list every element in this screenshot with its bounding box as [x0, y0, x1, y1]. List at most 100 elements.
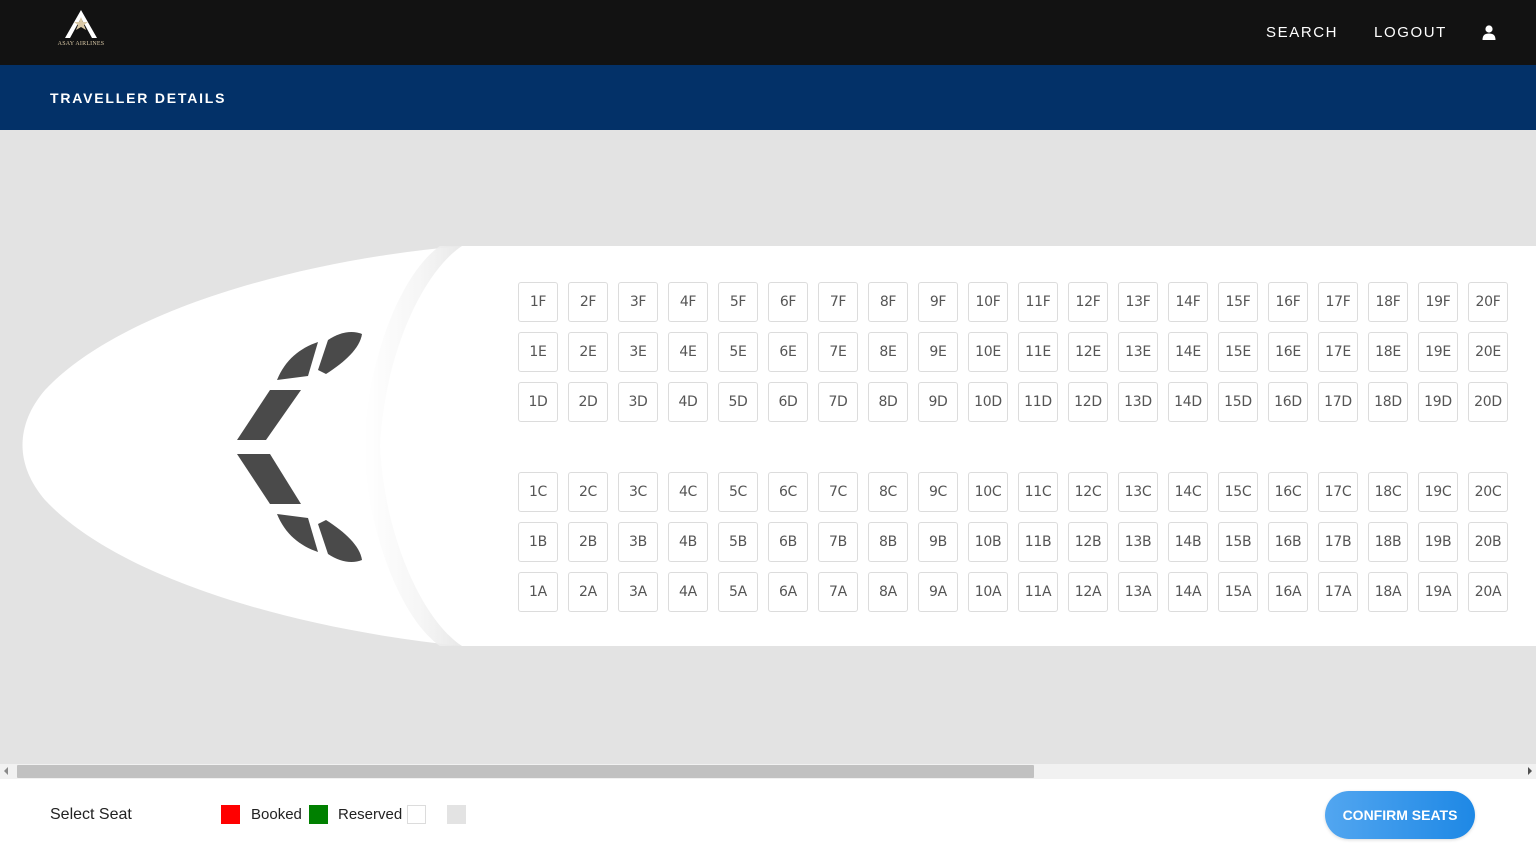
seat-16c[interactable]: 16C [1268, 472, 1308, 512]
seat-12f[interactable]: 12F [1068, 282, 1108, 322]
seat-17e[interactable]: 17E [1318, 332, 1358, 372]
seat-3f[interactable]: 3F [618, 282, 658, 322]
seat-1a[interactable]: 1A [518, 572, 558, 612]
seat-3a[interactable]: 3A [618, 572, 658, 612]
seat-2c[interactable]: 2C [568, 472, 608, 512]
seat-8f[interactable]: 8F [868, 282, 908, 322]
seat-8d[interactable]: 8D [868, 382, 908, 422]
seat-19d[interactable]: 19D [1418, 382, 1458, 422]
scrollbar-thumb[interactable] [17, 765, 1034, 778]
seat-8e[interactable]: 8E [868, 332, 908, 372]
seat-5e[interactable]: 5E [718, 332, 758, 372]
seat-14a[interactable]: 14A [1168, 572, 1208, 612]
seat-6a[interactable]: 6A [768, 572, 808, 612]
seat-18d[interactable]: 18D [1368, 382, 1408, 422]
seat-17f[interactable]: 17F [1318, 282, 1358, 322]
seat-9b[interactable]: 9B [918, 522, 958, 562]
airline-logo[interactable]: ASAY AIRLINES [50, 8, 112, 56]
seat-11e[interactable]: 11E [1018, 332, 1058, 372]
seat-7f[interactable]: 7F [818, 282, 858, 322]
user-icon[interactable] [1482, 25, 1496, 40]
seat-13b[interactable]: 13B [1118, 522, 1158, 562]
seat-3b[interactable]: 3B [618, 522, 658, 562]
seat-14b[interactable]: 14B [1168, 522, 1208, 562]
seat-10b[interactable]: 10B [968, 522, 1008, 562]
seat-9c[interactable]: 9C [918, 472, 958, 512]
seat-5f[interactable]: 5F [718, 282, 758, 322]
seat-3c[interactable]: 3C [618, 472, 658, 512]
seat-16a[interactable]: 16A [1268, 572, 1308, 612]
seat-6e[interactable]: 6E [768, 332, 808, 372]
seat-4e[interactable]: 4E [668, 332, 708, 372]
seat-4b[interactable]: 4B [668, 522, 708, 562]
scroll-left-arrow-icon[interactable] [4, 767, 8, 775]
seat-3e[interactable]: 3E [618, 332, 658, 372]
seat-11c[interactable]: 11C [1018, 472, 1058, 512]
seat-5b[interactable]: 5B [718, 522, 758, 562]
seat-14d[interactable]: 14D [1168, 382, 1208, 422]
seat-14e[interactable]: 14E [1168, 332, 1208, 372]
seat-9d[interactable]: 9D [918, 382, 958, 422]
seat-6c[interactable]: 6C [768, 472, 808, 512]
seat-6b[interactable]: 6B [768, 522, 808, 562]
seat-12b[interactable]: 12B [1068, 522, 1108, 562]
seat-8c[interactable]: 8C [868, 472, 908, 512]
seat-19f[interactable]: 19F [1418, 282, 1458, 322]
seat-9a[interactable]: 9A [918, 572, 958, 612]
seat-20e[interactable]: 20E [1468, 332, 1508, 372]
seat-17c[interactable]: 17C [1318, 472, 1358, 512]
seat-12c[interactable]: 12C [1068, 472, 1108, 512]
seat-10d[interactable]: 10D [968, 382, 1008, 422]
seat-13a[interactable]: 13A [1118, 572, 1158, 612]
seat-20f[interactable]: 20F [1468, 282, 1508, 322]
seat-17a[interactable]: 17A [1318, 572, 1358, 612]
seat-16b[interactable]: 16B [1268, 522, 1308, 562]
seat-5c[interactable]: 5C [718, 472, 758, 512]
seat-12a[interactable]: 12A [1068, 572, 1108, 612]
scroll-right-arrow-icon[interactable] [1528, 767, 1532, 775]
seat-14f[interactable]: 14F [1168, 282, 1208, 322]
seat-1b[interactable]: 1B [518, 522, 558, 562]
seat-19b[interactable]: 19B [1418, 522, 1458, 562]
seat-18a[interactable]: 18A [1368, 572, 1408, 612]
seat-18f[interactable]: 18F [1368, 282, 1408, 322]
seat-16e[interactable]: 16E [1268, 332, 1308, 372]
confirm-seats-button[interactable]: CONFIRM SEATS [1325, 791, 1475, 839]
seat-1d[interactable]: 1D [518, 382, 558, 422]
seat-13f[interactable]: 13F [1118, 282, 1158, 322]
seat-18b[interactable]: 18B [1368, 522, 1408, 562]
seat-19a[interactable]: 19A [1418, 572, 1458, 612]
seat-4c[interactable]: 4C [668, 472, 708, 512]
seat-17b[interactable]: 17B [1318, 522, 1358, 562]
seat-18c[interactable]: 18C [1368, 472, 1408, 512]
seat-19e[interactable]: 19E [1418, 332, 1458, 372]
seat-11f[interactable]: 11F [1018, 282, 1058, 322]
seat-12d[interactable]: 12D [1068, 382, 1108, 422]
seat-4d[interactable]: 4D [668, 382, 708, 422]
seat-13c[interactable]: 13C [1118, 472, 1158, 512]
seat-15b[interactable]: 15B [1218, 522, 1258, 562]
seat-7b[interactable]: 7B [818, 522, 858, 562]
seat-2b[interactable]: 2B [568, 522, 608, 562]
seat-7c[interactable]: 7C [818, 472, 858, 512]
seat-20c[interactable]: 20C [1468, 472, 1508, 512]
seat-7a[interactable]: 7A [818, 572, 858, 612]
seat-13e[interactable]: 13E [1118, 332, 1158, 372]
seat-15d[interactable]: 15D [1218, 382, 1258, 422]
seat-2f[interactable]: 2F [568, 282, 608, 322]
seat-2e[interactable]: 2E [568, 332, 608, 372]
nav-logout-link[interactable]: LOGOUT [1374, 24, 1447, 41]
seat-10c[interactable]: 10C [968, 472, 1008, 512]
seat-4a[interactable]: 4A [668, 572, 708, 612]
seat-15e[interactable]: 15E [1218, 332, 1258, 372]
seat-6d[interactable]: 6D [768, 382, 808, 422]
seat-20d[interactable]: 20D [1468, 382, 1508, 422]
seat-1f[interactable]: 1F [518, 282, 558, 322]
seat-4f[interactable]: 4F [668, 282, 708, 322]
seat-10f[interactable]: 10F [968, 282, 1008, 322]
seat-8a[interactable]: 8A [868, 572, 908, 612]
seat-1e[interactable]: 1E [518, 332, 558, 372]
seat-6f[interactable]: 6F [768, 282, 808, 322]
seat-20a[interactable]: 20A [1468, 572, 1508, 612]
nav-search-link[interactable]: SEARCH [1266, 24, 1338, 41]
